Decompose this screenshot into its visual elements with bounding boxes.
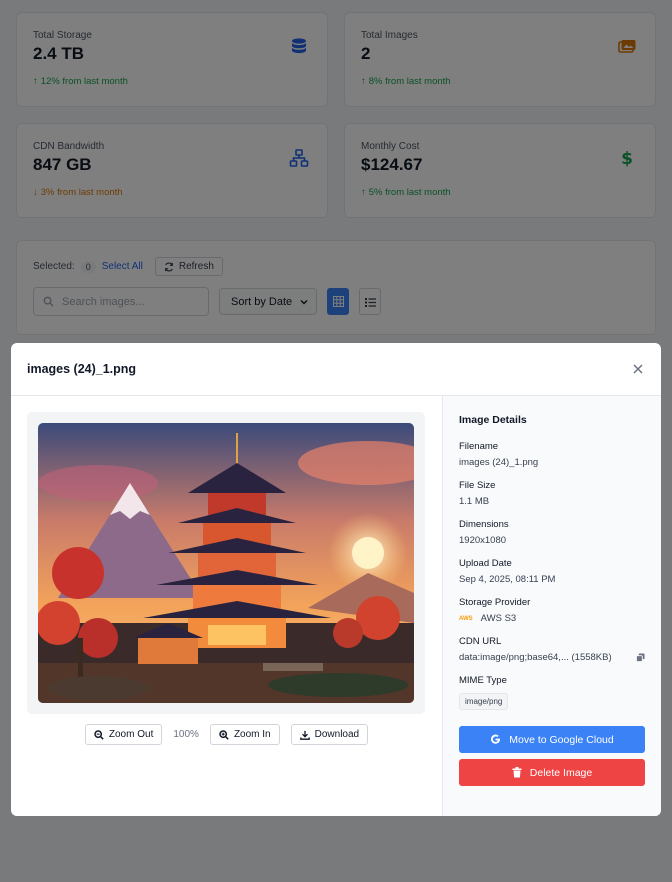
zoom-out-icon	[94, 729, 104, 740]
google-icon	[491, 734, 501, 744]
close-icon	[633, 364, 643, 374]
image-details-panel: Image Details Filename images (24)_1.png…	[442, 396, 661, 816]
modal-body: Zoom Out 100% Zoom In Download Image Det…	[11, 396, 661, 816]
aws-logo-icon: AWS	[459, 615, 473, 622]
detail-cdn-url: CDN URL data:image/png;base64,... (1558K…	[459, 636, 645, 663]
details-title: Image Details	[459, 414, 527, 426]
cdn-url-text: data:image/png;base64,... (1558KB)	[459, 652, 612, 663]
zoom-out-button[interactable]: Zoom Out	[84, 724, 163, 745]
modal-title: images (24)_1.png	[27, 362, 137, 376]
detail-storage-provider: Storage Provider AWS AWS S3	[459, 597, 645, 624]
detail-value: AWS AWS S3	[459, 613, 645, 624]
image-frame	[27, 412, 425, 714]
mime-type-badge: image/png	[459, 693, 509, 710]
trash-icon	[512, 767, 522, 778]
detail-file-size: File Size 1.1 MB	[459, 480, 645, 507]
close-button[interactable]	[631, 362, 645, 376]
delete-button-label: Delete Image	[529, 766, 593, 779]
preview-image	[38, 423, 414, 703]
storage-provider-name: AWS S3	[480, 613, 517, 624]
detail-mime-type: MIME Type image/png	[459, 675, 645, 710]
download-button[interactable]: Download	[290, 724, 369, 745]
copy-icon[interactable]	[636, 653, 645, 662]
detail-label: File Size	[459, 480, 496, 491]
zoom-controls: Zoom Out 100% Zoom In Download	[27, 724, 426, 745]
move-to-google-cloud-button[interactable]: Move to Google Cloud	[459, 726, 645, 753]
zoom-in-button[interactable]: Zoom In	[209, 724, 280, 745]
detail-value: 1920x1080	[459, 535, 507, 546]
detail-value: data:image/png;base64,... (1558KB)	[459, 652, 645, 663]
zoom-level: 100%	[173, 729, 199, 740]
detail-value: Sep 4, 2025, 08:11 PM	[459, 574, 556, 585]
move-button-label: Move to Google Cloud	[509, 733, 614, 746]
detail-label: Filename	[459, 441, 499, 452]
image-preview-modal: images (24)_1.png Zoom Out 100% Zoom In …	[11, 343, 661, 816]
detail-label: Storage Provider	[459, 597, 531, 608]
detail-value: images (24)_1.png	[459, 457, 539, 468]
detail-filename: Filename images (24)_1.png	[459, 441, 645, 468]
modal-header: images (24)_1.png	[11, 343, 661, 396]
detail-label: MIME Type	[459, 675, 507, 686]
detail-label: Upload Date	[459, 558, 512, 569]
image-preview-pane: Zoom Out 100% Zoom In Download	[11, 396, 442, 816]
detail-label: CDN URL	[459, 636, 502, 647]
detail-dimensions: Dimensions 1920x1080	[459, 519, 645, 546]
zoom-out-label: Zoom Out	[108, 729, 154, 740]
detail-label: Dimensions	[459, 519, 509, 530]
detail-value: 1.1 MB	[459, 496, 490, 507]
detail-upload-date: Upload Date Sep 4, 2025, 08:11 PM	[459, 558, 645, 585]
zoom-in-icon	[219, 729, 229, 740]
delete-image-button[interactable]: Delete Image	[459, 759, 645, 786]
download-label: Download	[314, 729, 360, 740]
download-icon	[299, 730, 310, 740]
zoom-in-label: Zoom In	[233, 729, 271, 740]
